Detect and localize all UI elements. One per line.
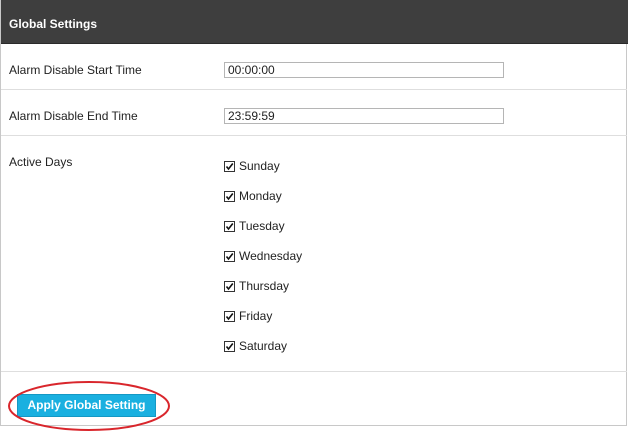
wednesday-label: Wednesday [239, 249, 303, 263]
start-time-input[interactable] [224, 62, 504, 78]
active-days-row: Active Days Sunday Monday Tuesday Wednes… [1, 136, 627, 372]
saturday-checkbox[interactable] [224, 340, 235, 352]
tuesday-label: Tuesday [239, 219, 285, 233]
thursday-checkbox[interactable] [224, 280, 235, 292]
check-icon [225, 192, 234, 200]
day-saturday[interactable]: Saturday [224, 338, 287, 354]
panel-header: Global Settings [1, 0, 628, 44]
end-time-label: Alarm Disable End Time [9, 109, 138, 123]
check-icon [225, 312, 234, 320]
thursday-label: Thursday [239, 279, 290, 293]
end-time-input[interactable] [224, 108, 504, 124]
monday-checkbox[interactable] [224, 190, 235, 202]
day-tuesday[interactable]: Tuesday [224, 218, 285, 234]
check-icon [225, 252, 234, 260]
end-time-row: Alarm Disable End Time [1, 90, 627, 136]
panel-title: Global Settings [9, 17, 98, 31]
friday-checkbox[interactable] [224, 310, 235, 322]
tuesday-checkbox[interactable] [224, 220, 235, 232]
day-thursday[interactable]: Thursday [224, 278, 289, 294]
check-icon [225, 162, 234, 170]
day-monday[interactable]: Monday [224, 188, 282, 204]
start-time-label: Alarm Disable Start Time [9, 63, 142, 77]
sunday-label: Sunday [239, 159, 280, 173]
global-settings-panel: Global Settings Alarm Disable Start Time… [0, 0, 628, 431]
saturday-label: Saturday [239, 339, 288, 353]
check-icon [225, 282, 234, 290]
day-friday[interactable]: Friday [224, 308, 272, 324]
day-wednesday[interactable]: Wednesday [224, 248, 302, 264]
wednesday-checkbox[interactable] [224, 250, 235, 262]
friday-label: Friday [239, 309, 273, 323]
sunday-checkbox[interactable] [224, 160, 235, 172]
start-time-row: Alarm Disable Start Time [1, 44, 627, 90]
active-days-label: Active Days [9, 155, 73, 169]
check-icon [225, 342, 234, 350]
check-icon [225, 222, 234, 230]
day-sunday[interactable]: Sunday [224, 158, 280, 174]
apply-global-setting-button[interactable]: Apply Global Setting [17, 394, 156, 417]
monday-label: Monday [239, 189, 282, 203]
